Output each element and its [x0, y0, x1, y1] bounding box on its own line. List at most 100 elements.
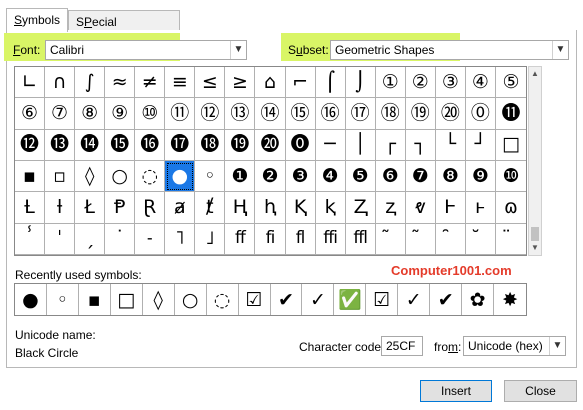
- symbol-cell[interactable]: ❿: [495, 161, 526, 193]
- symbol-cell[interactable]: ⱴ: [405, 192, 436, 224]
- symbol-cell[interactable]: ⓬: [15, 129, 46, 161]
- symbol-cell[interactable]: ∩: [45, 67, 76, 99]
- symbol-cell[interactable]: ⓯: [105, 129, 136, 161]
- symbol-cell[interactable]: □: [495, 130, 526, 161]
- symbol-cell[interactable]: ⓫: [495, 98, 526, 130]
- recent-symbol-cell[interactable]: □: [111, 284, 143, 315]
- symbol-cell[interactable]: ≡: [165, 67, 196, 99]
- symbol-cell[interactable]: ⑬: [225, 98, 256, 130]
- recent-symbol-cell[interactable]: ✓: [398, 284, 431, 315]
- symbol-cell[interactable]: ⑲: [405, 98, 436, 130]
- recent-symbol-cell[interactable]: ◊: [143, 284, 175, 315]
- symbol-cell[interactable]: ⑩: [135, 98, 166, 130]
- symbol-cell[interactable]: Ⱨ: [225, 192, 256, 224]
- symbol-cell[interactable]: ⌐: [285, 67, 316, 99]
- symbol-cell[interactable]: ◊: [75, 161, 106, 193]
- symbol-cell[interactable]: ⑰: [345, 98, 376, 130]
- symbol-cell[interactable]: ⓪: [465, 98, 496, 130]
- tab-special-characters[interactable]: SPecial Characters: [68, 10, 180, 43]
- symbol-cell[interactable]: ̈: [495, 224, 526, 255]
- symbol-cell[interactable]: Ᵽ: [105, 192, 136, 224]
- symbol-cell[interactable]: ❹: [315, 161, 346, 193]
- symbol-cell[interactable]: ⸯ: [15, 223, 46, 255]
- symbol-cell[interactable]: ②: [405, 67, 436, 99]
- symbol-cell[interactable]: ⱬ: [375, 192, 406, 224]
- recent-symbol-cell[interactable]: ✔: [430, 284, 463, 315]
- symbol-cell[interactable]: Ⱪ: [285, 192, 316, 224]
- symbol-cell[interactable]: ⑮: [285, 98, 316, 130]
- symbol-cell[interactable]: ┘: [465, 129, 496, 161]
- symbol-cell[interactable]: ⌂: [255, 67, 286, 99]
- symbol-cell[interactable]: ⱨ: [255, 192, 286, 224]
- symbol-cell[interactable]: ①: [375, 67, 406, 99]
- symbol-cell[interactable]: ④: [465, 67, 496, 99]
- symbol-cell[interactable]: ┌: [375, 129, 406, 161]
- recent-symbol-cell[interactable]: ☑: [239, 284, 271, 315]
- symbol-cell[interactable]: ⑥: [15, 98, 46, 130]
- symbol-cell[interactable]: ③: [435, 67, 466, 99]
- recent-symbols-row[interactable]: ● ◦ ▪ □ ◊ ○ ◌ ☑ ✔ ✓ ✅ ☑ ✓ ✔ ✿ ✸: [14, 283, 527, 316]
- symbol-cell[interactable]: ❷: [255, 161, 286, 193]
- insert-button[interactable]: Insert: [420, 380, 492, 402]
- scroll-down-icon[interactable]: ▼: [529, 241, 541, 255]
- symbol-grid-scrollbar[interactable]: ▲ ▼: [528, 66, 542, 256]
- symbol-cell[interactable]: ͂: [375, 223, 406, 255]
- symbol-cell[interactable]: ⌡: [345, 67, 376, 99]
- symbol-cell[interactable]: ɷ: [495, 192, 526, 224]
- symbol-cell[interactable]: Ɽ: [135, 192, 166, 224]
- font-select[interactable]: Calibri ▼: [45, 40, 247, 60]
- symbol-cell[interactable]: ≤: [195, 67, 226, 99]
- symbol-cell[interactable]: ̃: [405, 223, 436, 255]
- recent-symbol-cell[interactable]: ✸: [494, 284, 526, 315]
- recent-symbol-cell[interactable]: ✅: [334, 284, 367, 315]
- symbol-cell[interactable]: ⑭: [255, 98, 286, 130]
- recent-symbol-cell[interactable]: ☑: [366, 284, 399, 315]
- symbol-cell[interactable]: ⱦ: [195, 192, 226, 224]
- symbol-cell[interactable]: ❻: [375, 161, 406, 193]
- recent-symbol-cell[interactable]: ○: [175, 284, 207, 315]
- symbol-cell[interactable]: └: [435, 129, 466, 161]
- symbol-cell[interactable]: ❽: [435, 161, 466, 193]
- tab-symbols[interactable]: Symbols: [6, 8, 68, 32]
- symbol-cell[interactable]: ∟: [15, 67, 46, 99]
- symbol-cell[interactable]: ˩: [195, 223, 226, 255]
- recent-symbol-cell[interactable]: ◌: [207, 284, 239, 315]
- symbol-cell[interactable]: ┐: [405, 129, 436, 161]
- symbol-cell[interactable]: ⑯: [315, 98, 346, 130]
- symbol-cell[interactable]: ˈ: [45, 223, 76, 255]
- symbol-cell[interactable]: ◦: [195, 161, 226, 193]
- symbol-cell[interactable]: ❾: [465, 161, 496, 193]
- close-button[interactable]: Close: [504, 380, 577, 402]
- recent-symbol-cell[interactable]: ◦: [47, 284, 79, 315]
- symbol-cell[interactable]: Ⱬ: [345, 192, 376, 224]
- symbol-cell[interactable]: Ⱶ: [435, 192, 466, 224]
- symbol-cell[interactable]: ˙: [105, 223, 136, 255]
- symbol-cell[interactable]: ̆: [465, 223, 496, 255]
- symbol-cell[interactable]: │: [345, 129, 376, 161]
- symbol-cell[interactable]: ⌠: [315, 67, 346, 99]
- recent-symbol-cell[interactable]: ✿: [462, 284, 495, 315]
- chevron-down-icon[interactable]: ▼: [230, 41, 246, 59]
- symbol-cell[interactable]: ⓿: [285, 129, 316, 161]
- symbol-cell[interactable]: ˗: [135, 223, 166, 255]
- symbol-cell[interactable]: ❸: [285, 161, 316, 193]
- symbol-cell[interactable]: ⓮: [75, 129, 106, 161]
- symbol-cell[interactable]: ⑱: [375, 98, 406, 130]
- symbol-cell[interactable]: ⱶ: [465, 192, 496, 224]
- symbol-cell[interactable]: fl: [285, 223, 316, 255]
- symbol-cell[interactable]: ≈: [105, 67, 136, 99]
- character-code-input[interactable]: 25CF: [381, 336, 423, 356]
- symbol-cell[interactable]: ⑤: [495, 67, 526, 99]
- symbol-cell[interactable]: ˥: [165, 223, 196, 255]
- chevron-down-icon[interactable]: ▼: [549, 337, 565, 355]
- symbol-cell[interactable]: ⑧: [75, 98, 106, 130]
- recent-symbol-cell[interactable]: ▪: [79, 284, 111, 315]
- symbol-cell[interactable]: ○: [105, 161, 136, 193]
- symbol-cell[interactable]: ─: [315, 129, 346, 161]
- symbol-cell[interactable]: ⑦: [45, 98, 76, 130]
- subset-select[interactable]: Geometric Shapes ▼: [330, 40, 569, 60]
- symbol-cell[interactable]: ̑: [435, 223, 466, 255]
- symbol-cell[interactable]: ⓳: [225, 129, 256, 161]
- scroll-thumb[interactable]: [531, 227, 539, 241]
- symbol-cell[interactable]: ⓭: [45, 129, 76, 161]
